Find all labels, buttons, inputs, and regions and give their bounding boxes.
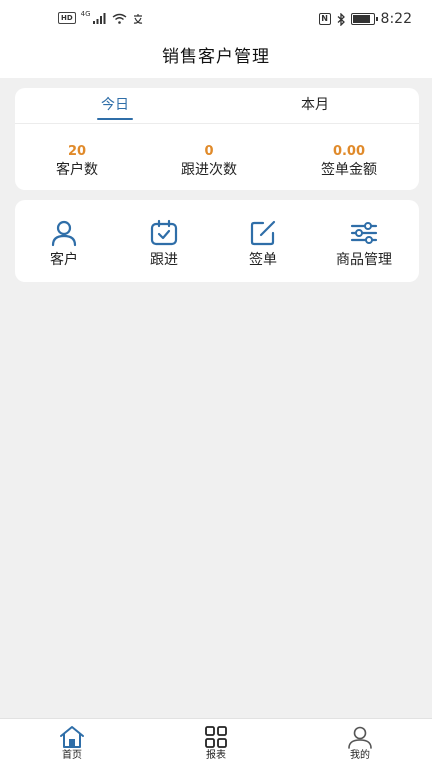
tab-home[interactable]: 首页: [42, 725, 102, 763]
stat-customers[interactable]: 20 客户数: [22, 144, 132, 180]
user-icon: [348, 726, 372, 749]
title-bar: 销售客户管理: [0, 40, 432, 78]
status-left: HD 4G: [58, 10, 144, 24]
person-icon: [51, 220, 77, 247]
edit-icon: [250, 220, 276, 246]
menu-item-label: 签单: [249, 252, 277, 268]
stat-value: 0.00: [332, 144, 366, 159]
signal-icon: [92, 12, 106, 24]
stat-label: 签单金额: [321, 162, 377, 178]
status-right: N 8:22: [318, 11, 412, 27]
stat-label: 客户数: [56, 162, 98, 178]
home-icon: [60, 726, 84, 748]
status-bar: HD 4G N 8:22: [0, 0, 432, 40]
stat-followups[interactable]: 0 跟进次数: [154, 144, 264, 180]
stats-row: 20 客户数 0 跟进次数 0.00 签单金额: [15, 144, 419, 184]
stat-contract-amount[interactable]: 0.00 签单金额: [294, 144, 404, 180]
tab-active-indicator: [97, 118, 133, 120]
tab-reports[interactable]: 报表: [186, 725, 246, 763]
tab-label: 首页: [62, 750, 82, 761]
tab-month[interactable]: 本月: [285, 88, 345, 124]
tab-mine[interactable]: 我的: [330, 725, 390, 763]
grid-icon: [205, 726, 227, 748]
calendar-check-icon: [150, 219, 178, 246]
tab-label: 我的: [350, 750, 370, 761]
wifi-icon: [112, 13, 126, 24]
menu-item-label: 商品管理: [336, 252, 392, 268]
menu-card: 客户 跟进 签单 商品管理: [15, 200, 419, 282]
period-tabs: 今日 本月: [15, 88, 419, 124]
menu-item-products[interactable]: 商品管理: [319, 218, 409, 270]
nfc-icon: N: [318, 13, 331, 25]
page-title: 销售客户管理: [162, 47, 270, 67]
stat-value: 0: [204, 144, 214, 159]
notification-icon: [133, 13, 142, 24]
menu-item-label: 客户: [50, 252, 78, 268]
bluetooth-icon: [337, 12, 345, 26]
menu-item-contract[interactable]: 签单: [218, 218, 308, 270]
tab-label: 报表: [206, 750, 226, 761]
clock: 8:22: [380, 11, 412, 27]
stats-card: 今日 本月 20 客户数 0 跟进次数 0.00 签单金额: [15, 88, 419, 190]
stat-value: 20: [67, 144, 87, 159]
menu-item-followup[interactable]: 跟进: [119, 218, 209, 270]
stat-label: 跟进次数: [181, 162, 237, 178]
network-type: 4G: [80, 10, 91, 18]
battery-fill: [352, 15, 370, 23]
hd-badge: HD: [58, 12, 76, 24]
battery-icon: [350, 13, 378, 25]
menu-item-customers[interactable]: 客户: [19, 218, 109, 270]
bottom-tab-bar: 首页 报表 我的: [0, 718, 432, 768]
sliders-icon: [350, 222, 378, 244]
menu-item-label: 跟进: [150, 252, 178, 268]
